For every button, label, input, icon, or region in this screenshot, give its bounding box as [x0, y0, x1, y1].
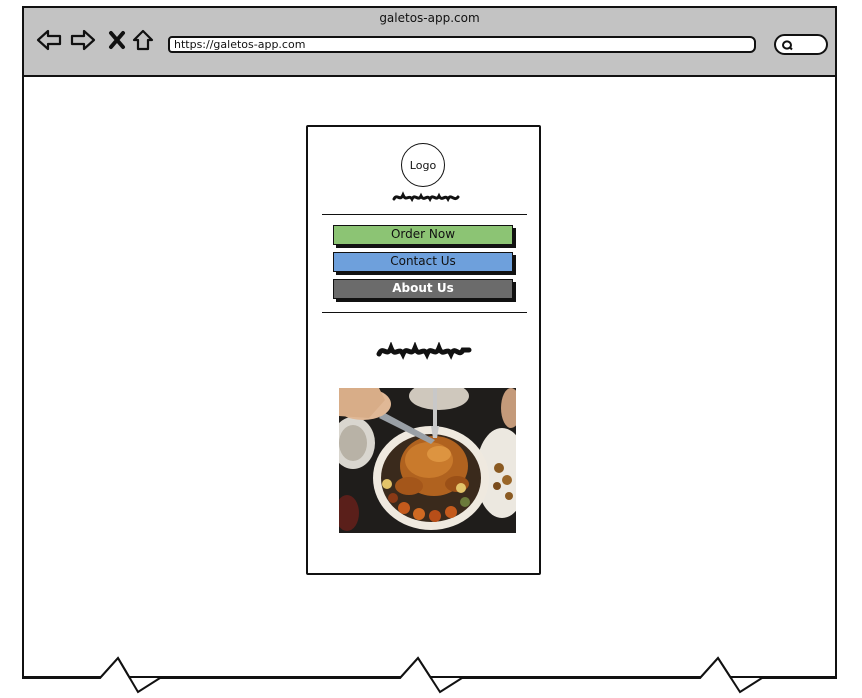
browser-toolbar: galetos-app.com https://galetos-app.com — [24, 8, 835, 77]
close-x-icon[interactable] — [104, 27, 130, 53]
mobile-mockup: Logo Order Now Contact Us About Us — [306, 125, 541, 575]
torn-page-edge — [0, 656, 862, 698]
home-icon[interactable] — [130, 27, 156, 53]
window-title: galetos-app.com — [379, 11, 480, 25]
heading-scribble — [376, 342, 472, 360]
roast-chicken-photo — [339, 388, 516, 533]
forward-arrow-icon[interactable] — [70, 27, 96, 53]
divider-top — [322, 214, 527, 215]
logo-label: Logo — [409, 158, 437, 172]
back-arrow-icon[interactable] — [36, 27, 62, 53]
tagline-scribble — [392, 191, 460, 203]
about-us-button[interactable]: About Us — [333, 279, 513, 299]
divider-bottom — [322, 312, 527, 313]
search-icon — [782, 40, 793, 51]
search-box[interactable] — [774, 34, 828, 55]
url-bar[interactable]: https://galetos-app.com — [168, 36, 756, 53]
contact-us-button[interactable]: Contact Us — [333, 252, 513, 272]
order-now-button[interactable]: Order Now — [333, 225, 513, 245]
logo: Logo — [401, 143, 445, 187]
